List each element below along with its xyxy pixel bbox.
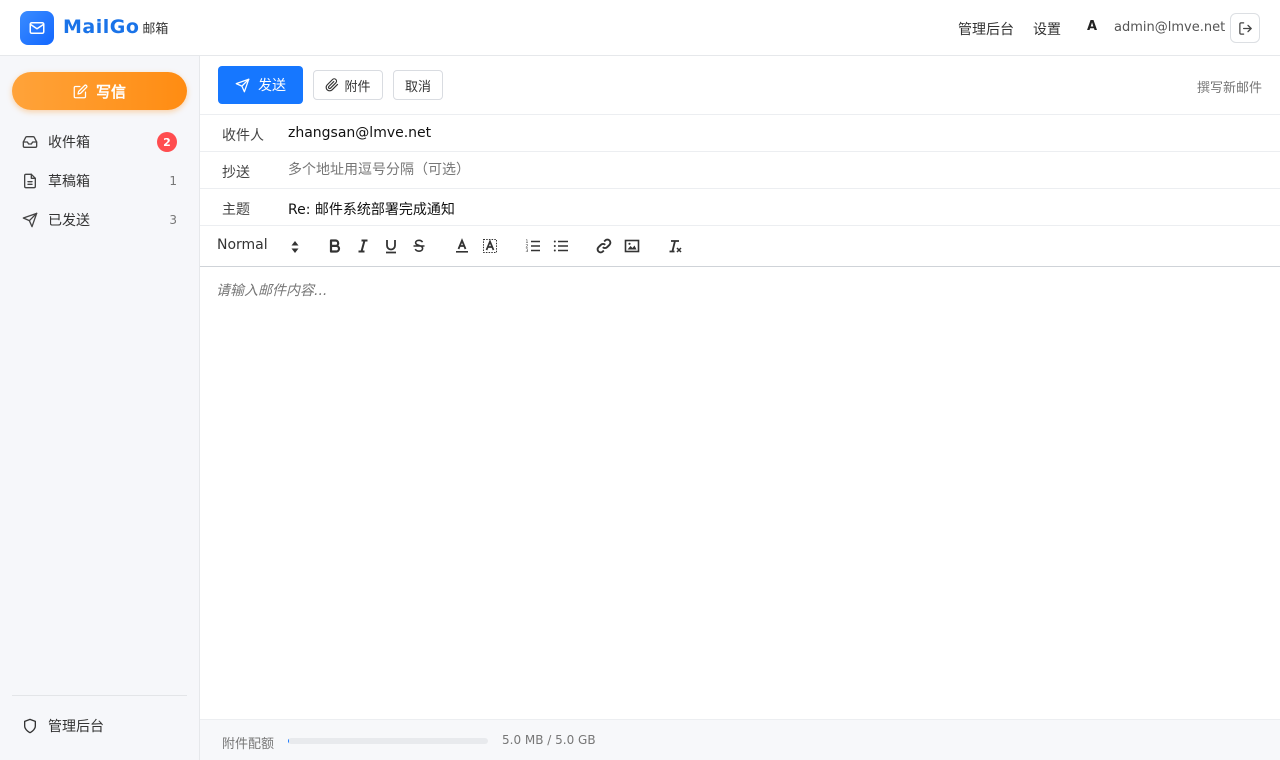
sidebar-item-drafts[interactable]: 草稿箱 1: [12, 164, 187, 198]
subject-row: 主题 Re: 邮件系统部署完成通知: [200, 189, 1280, 226]
paperclip-icon: [326, 78, 339, 92]
underline-button[interactable]: [381, 236, 401, 256]
strikethrough-icon: [413, 239, 425, 253]
cancel-button[interactable]: 取消: [393, 70, 443, 100]
compose-button[interactable]: 写信: [12, 72, 187, 110]
sent-count: 3: [169, 213, 177, 227]
header-admin-link[interactable]: 管理后台: [958, 19, 1014, 39]
link-button[interactable]: [594, 236, 614, 256]
strike-button[interactable]: [409, 236, 429, 256]
editor-body[interactable]: 请输入邮件内容...: [200, 267, 1280, 719]
to-label: 收件人: [222, 128, 264, 144]
draft-count: 1: [169, 174, 177, 188]
italic-icon: [358, 239, 368, 253]
highlight-button[interactable]: [480, 236, 500, 256]
sidebar-item-label: 已发送: [48, 213, 90, 229]
attach-label: 附件: [344, 79, 371, 95]
mail-logo-icon: [20, 11, 54, 45]
logout-button[interactable]: [1230, 13, 1260, 43]
clear-format-icon: [669, 240, 682, 253]
image-button[interactable]: [622, 236, 642, 256]
sidebar-item-sent[interactable]: 已发送 3: [12, 203, 187, 237]
inbox-icon: [22, 136, 38, 148]
draft-icon: [24, 173, 36, 189]
compose-title: 撰写新邮件: [1196, 81, 1262, 96]
logout-icon: [1238, 21, 1252, 35]
sidebar-item-admin[interactable]: 管理后台: [12, 709, 187, 743]
select-arrows-icon: [291, 241, 299, 253]
sidebar-item-label: 收件箱: [48, 135, 90, 151]
compose-label: 写信: [95, 82, 126, 101]
svg-text:3: 3: [526, 248, 529, 254]
image-icon: [624, 239, 640, 253]
text-color-icon: [456, 238, 468, 253]
send-label: 发送: [258, 78, 286, 94]
cc-row: 抄送: [200, 152, 1280, 189]
compose-panel: 发送 附件 取消 撰写新邮件 收件人 zhangsan@lmve.net 抄送 …: [200, 56, 1280, 760]
ordered-list-button[interactable]: 123: [523, 236, 543, 256]
send-icon: [235, 78, 250, 92]
header-settings-link[interactable]: 设置: [1033, 19, 1061, 39]
cc-label: 抄送: [222, 165, 250, 181]
format-value: Normal: [217, 237, 268, 253]
brand-name: MailGo: [63, 16, 140, 38]
sidebar-divider: [12, 695, 187, 696]
attach-button[interactable]: 附件: [313, 70, 383, 100]
clear-format-button[interactable]: [665, 236, 685, 256]
bold-icon: [329, 239, 341, 253]
underline-icon: [386, 240, 396, 254]
format-select[interactable]: Normal: [217, 237, 307, 257]
sidebar-item-label: 草稿箱: [48, 174, 90, 190]
to-row: 收件人 zhangsan@lmve.net: [200, 115, 1280, 152]
sidebar-item-inbox[interactable]: 收件箱 2: [12, 125, 187, 159]
subject-label: 主题: [222, 202, 250, 218]
italic-button[interactable]: [353, 236, 373, 256]
unread-badge: 2: [157, 132, 177, 152]
sidebar-admin-label: 管理后台: [48, 719, 104, 735]
compose-toolbar: 发送 附件 取消 撰写新邮件: [200, 56, 1280, 115]
avatar[interactable]: A: [1084, 19, 1100, 34]
send-icon: [22, 212, 38, 228]
sidebar: 写信 收件箱 2 草稿箱 1 已发送 3 管理后台: [0, 56, 200, 760]
quota-text: 5.0 MB / 5.0 GB: [502, 733, 596, 747]
editor-placeholder: 请输入邮件内容...: [216, 283, 328, 299]
send-button[interactable]: 发送: [218, 66, 303, 104]
bullet-list-button[interactable]: [551, 236, 571, 256]
brand: MailGo 邮箱: [63, 16, 168, 38]
bold-button[interactable]: [325, 236, 345, 256]
ordered-list-icon: 123: [526, 239, 540, 254]
editor-toolbar: Normal 123: [200, 226, 1280, 267]
quota-bar: [288, 738, 488, 744]
brand-subtitle: 邮箱: [142, 22, 169, 37]
bullet-list-icon: [553, 240, 568, 252]
top-header: MailGo 邮箱 管理后台 设置 A admin@lmve.net: [0, 0, 1280, 56]
cc-field[interactable]: [288, 158, 1248, 182]
user-email: admin@lmve.net: [1114, 20, 1226, 35]
quota-label: 附件配额: [222, 737, 275, 752]
subject-field[interactable]: Re: 邮件系统部署完成通知: [288, 199, 455, 219]
text-color-button[interactable]: [452, 236, 472, 256]
shield-icon: [24, 718, 36, 734]
highlight-icon: [483, 239, 497, 253]
edit-icon: [73, 84, 88, 98]
quota-footer: 附件配额 5.0 MB / 5.0 GB: [200, 719, 1280, 760]
link-icon: [596, 238, 612, 254]
to-field[interactable]: zhangsan@lmve.net: [288, 125, 431, 141]
